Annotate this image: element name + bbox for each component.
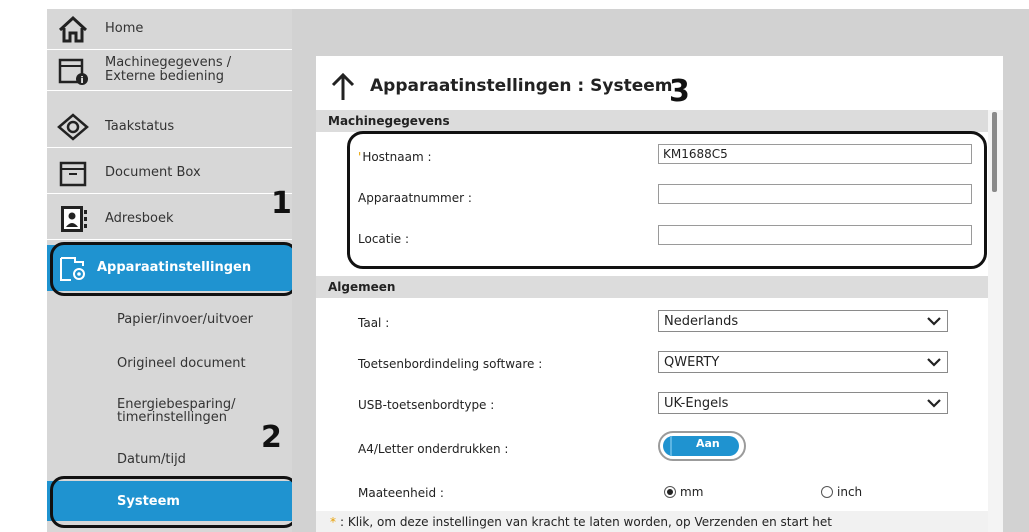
radio-dot-selected: [664, 486, 676, 498]
callout-number-1: 1: [271, 186, 292, 221]
footer-note-text: : Klik, om deze instellingen van kracht …: [340, 515, 832, 529]
sidebar-item-label: Adresboek: [105, 211, 174, 226]
unit-mm-label: mm: [680, 485, 704, 499]
home-icon: [58, 15, 88, 43]
label-line2: Externe bediening: [105, 69, 224, 84]
usb-keyboard-label: USB-toetsenbordtype :: [358, 398, 495, 412]
svg-text:i: i: [80, 76, 83, 86]
keyboard-layout-select-value: QWERTY: [664, 355, 720, 370]
sidebar-item-label: Taakstatus: [105, 119, 175, 134]
chevron-down-icon: [927, 399, 941, 408]
machine-info-icon: i: [58, 58, 88, 86]
sidebar-item-label: Document Box: [105, 165, 201, 180]
sidebar-item-label: Home: [105, 21, 144, 36]
arrow-up-icon[interactable]: [330, 73, 356, 101]
sidebar-item-home[interactable]: Home: [47, 9, 292, 50]
section-heading-machine-info: Machinegegevens: [316, 110, 988, 132]
a4-letter-label: A4/Letter onderdrukken :: [358, 442, 509, 456]
callout-number-3: 3: [669, 74, 690, 109]
label-line2: timerinstellingen: [117, 410, 227, 425]
usb-keyboard-select[interactable]: UK-Engels: [658, 392, 948, 414]
sidebar-subitem-label: Papier/invoer/uitvoer: [117, 312, 253, 327]
section-heading-text: Machinegegevens: [328, 114, 450, 128]
radio-dot: [821, 486, 833, 498]
sidebar-subitem-paper[interactable]: Papier/invoer/uitvoer: [47, 305, 292, 335]
footer-note: * : Klik, om deze instellingen van kracht…: [316, 511, 988, 532]
footer-star: *: [330, 515, 336, 529]
a4-letter-toggle[interactable]: Aan: [658, 431, 746, 461]
vertical-scrollbar[interactable]: [988, 110, 1003, 532]
language-label: Taal :: [358, 316, 390, 330]
keyboard-layout-select[interactable]: QWERTY: [658, 351, 948, 373]
page-title: Apparaatinstellingen : Systeem: [370, 76, 673, 96]
panel-header: Apparaatinstellingen : Systeem: [316, 56, 1003, 110]
callout-box-1: [50, 242, 298, 296]
keyboard-layout-label: Toetsenbordindeling software :: [358, 357, 543, 371]
chevron-down-icon: [927, 317, 941, 326]
sidebar-item-document-box[interactable]: Document Box: [47, 153, 292, 194]
footer-note-text-wrap: * : Klik, om deze instellingen van kracht…: [330, 515, 832, 529]
unit-radio-inch[interactable]: inch: [821, 485, 862, 499]
callout-box-3: [347, 131, 987, 269]
section-heading-general: Algemeen: [316, 276, 988, 298]
scrollbar-thumb[interactable]: [992, 112, 997, 192]
sidebar-item-label: Machinegegevens / Externe bediening: [105, 56, 286, 84]
language-select-value: Nederlands: [664, 314, 739, 329]
sidebar-subitem-label: Origineel document: [117, 356, 246, 371]
section-heading-text: Algemeen: [328, 280, 396, 294]
address-book-icon: [61, 206, 87, 232]
unit-label: Maateenheid :: [358, 486, 444, 500]
sidebar-subitem-energy-saving[interactable]: Energiebesparing/ timerinstellingen: [47, 393, 292, 429]
unit-radio-mm[interactable]: mm: [664, 485, 703, 499]
callout-number-2: 2: [261, 420, 282, 455]
document-box-icon: [59, 161, 87, 187]
usb-keyboard-select-value: UK-Engels: [664, 396, 729, 411]
chevron-down-icon: [927, 358, 941, 367]
label-line1: Machinegegevens /: [105, 55, 232, 70]
unit-inch-label: inch: [837, 485, 863, 499]
sidebar-subitem-date-time[interactable]: Datum/tijd: [47, 445, 292, 475]
sidebar-item-job-status[interactable]: Taakstatus: [47, 107, 292, 148]
language-select[interactable]: Nederlands: [658, 310, 948, 332]
settings-panel: Apparaatinstellingen : Systeem Machinege…: [316, 56, 1003, 532]
sidebar-subitem-original-document[interactable]: Origineel document: [47, 349, 292, 379]
callout-box-2: [50, 476, 298, 528]
toggle-label: Aan: [696, 437, 720, 450]
eye-icon: [57, 113, 89, 141]
sidebar-item-machine-info[interactable]: i Machinegegevens / Externe bediening: [47, 50, 292, 91]
sidebar-item-address-book[interactable]: Adresboek: [47, 199, 292, 240]
toggle-grip: [670, 436, 678, 456]
screen: Home i Machinegegevens / Externe bedieni…: [0, 0, 1029, 532]
